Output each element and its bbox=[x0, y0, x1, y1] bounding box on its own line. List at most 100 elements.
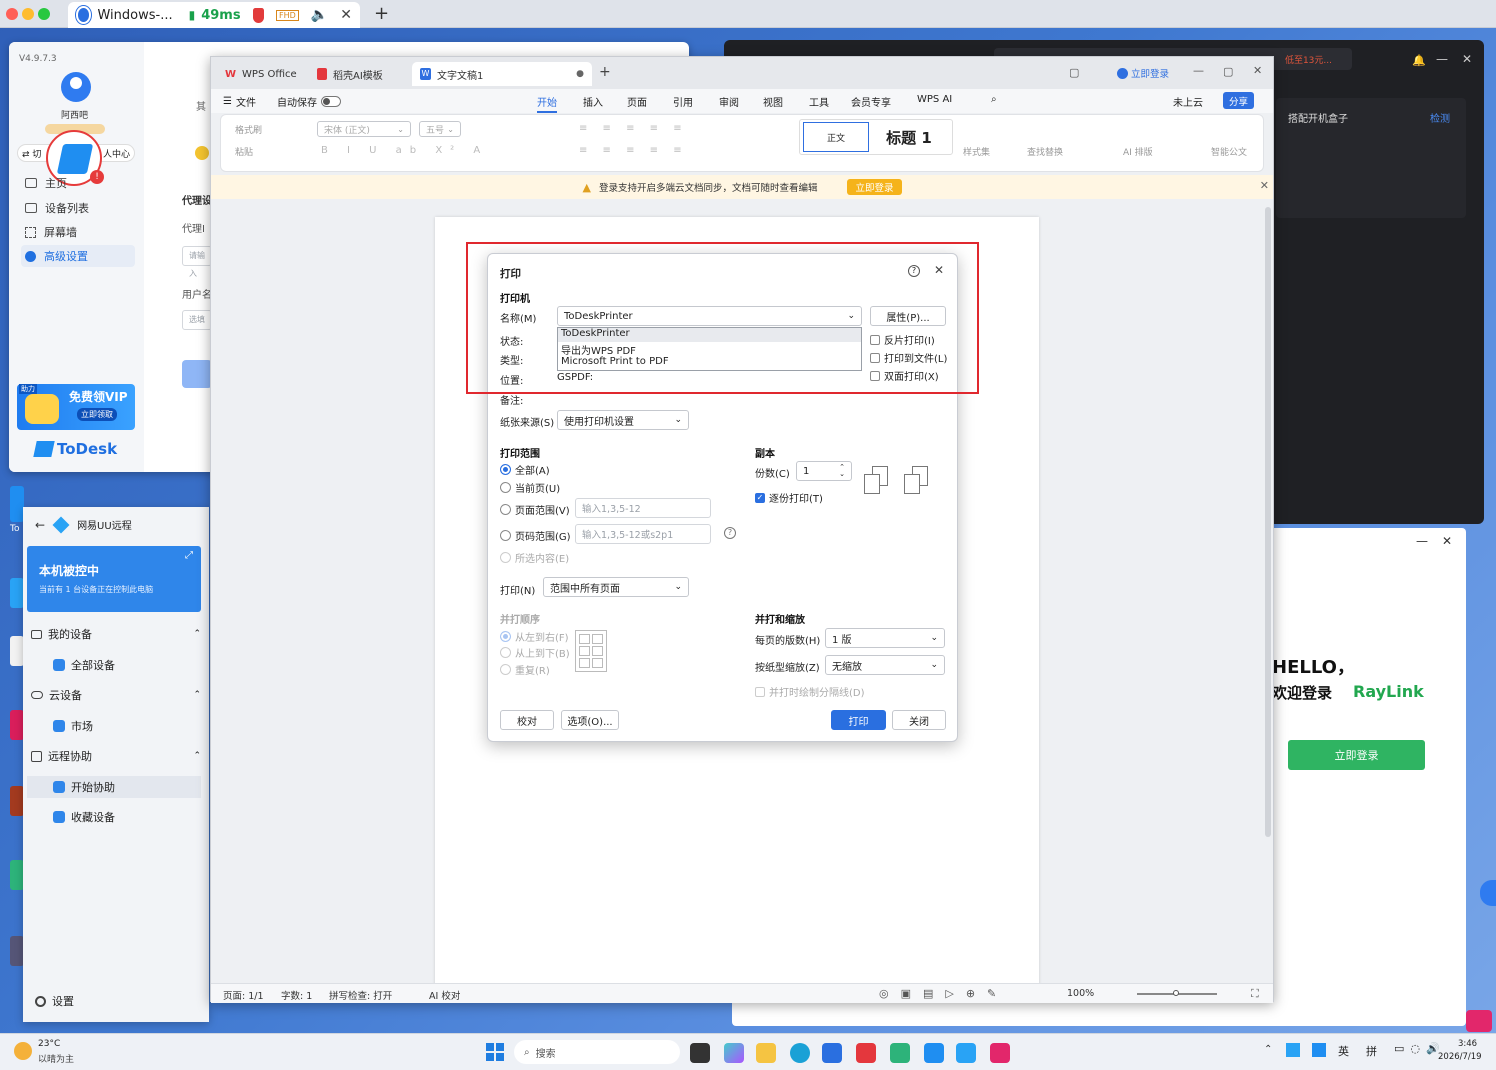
app-taskbar-icon[interactable] bbox=[890, 1043, 910, 1063]
collate-checkbox[interactable]: ✓ 逐份打印(T) bbox=[755, 490, 823, 505]
item-all-devices[interactable]: 全部设备 bbox=[53, 654, 115, 676]
tab-ai-template[interactable]: 稻壳AI模板 bbox=[309, 62, 407, 86]
reverse-print-checkbox[interactable]: 反片打印(I) bbox=[870, 332, 935, 347]
uu-desktop-icon[interactable] bbox=[10, 578, 24, 608]
minimize-icon[interactable]: — bbox=[1416, 534, 1428, 548]
find-replace-button[interactable]: 查找替换 bbox=[1027, 145, 1063, 158]
back-arrow-icon[interactable]: ← bbox=[35, 518, 45, 532]
edge-icon[interactable] bbox=[790, 1043, 810, 1063]
app-desktop-icon[interactable] bbox=[10, 636, 24, 666]
app4-desktop-icon[interactable] bbox=[10, 860, 24, 890]
style-heading1[interactable]: 标题 1 bbox=[869, 122, 949, 152]
start-icon[interactable] bbox=[486, 1043, 504, 1061]
nav-screen-wall[interactable]: 屏幕墙 bbox=[21, 221, 135, 243]
tab-document[interactable]: W 文字文稿1 ● bbox=[412, 62, 592, 86]
close-icon[interactable]: ✕ bbox=[1253, 64, 1262, 77]
section-cloud-devices[interactable]: 云设备 ⌃ bbox=[31, 684, 201, 706]
taskview-icon[interactable] bbox=[690, 1043, 710, 1063]
order-repeat-radio[interactable]: 重复(R) bbox=[500, 662, 550, 677]
range-all-radio[interactable]: 全部(A) bbox=[500, 462, 550, 477]
app5-desktop-icon[interactable] bbox=[10, 936, 24, 966]
save-button[interactable] bbox=[182, 360, 212, 388]
app3-desktop-icon[interactable] bbox=[10, 786, 24, 816]
share-button[interactable]: 分享 bbox=[1223, 92, 1255, 109]
duplex-checkbox[interactable]: 双面打印(X) bbox=[870, 368, 939, 383]
help-icon[interactable]: ? bbox=[908, 265, 920, 277]
close-tab-icon[interactable]: ✕ bbox=[340, 7, 352, 23]
ai-check[interactable]: AI 校对 bbox=[429, 988, 460, 1002]
collapse-tab[interactable] bbox=[1480, 880, 1496, 906]
todesk-taskbar-icon[interactable] bbox=[924, 1043, 944, 1063]
weather-icon[interactable] bbox=[14, 1042, 32, 1060]
window-mode-icon[interactable]: ▢ bbox=[1069, 66, 1079, 79]
printer-name-select[interactable]: ToDeskPrinter ⌄ bbox=[557, 306, 862, 326]
font-size-select[interactable]: 五号 ⌄ bbox=[419, 121, 461, 137]
scale-select[interactable]: 无缩放 ⌄ bbox=[825, 655, 945, 675]
ai-layout-button[interactable]: AI 排版 bbox=[1123, 145, 1153, 158]
text-format-group[interactable]: B I U ab X² A bbox=[321, 145, 488, 156]
order-ttb-radio[interactable]: 从上到下(B) bbox=[500, 645, 570, 660]
explorer-icon[interactable] bbox=[756, 1043, 776, 1063]
nav-home[interactable]: 主页 bbox=[21, 172, 135, 194]
close-notice-icon[interactable]: ✕ bbox=[1260, 179, 1269, 192]
uu-taskbar-icon[interactable] bbox=[956, 1043, 976, 1063]
paste-button[interactable]: 粘贴 bbox=[235, 145, 253, 158]
maximize-window-button[interactable] bbox=[38, 8, 50, 20]
close-icon[interactable]: ✕ bbox=[1442, 534, 1452, 548]
taskbar-search[interactable]: ⌕ 搜索 bbox=[514, 1040, 680, 1064]
menu-wps-ai[interactable]: WPS AI bbox=[917, 94, 952, 105]
avatar[interactable] bbox=[61, 72, 91, 102]
nav-device-list[interactable]: 设备列表 bbox=[21, 197, 135, 219]
stepper-arrows-icon[interactable]: ⌃ ⌄ bbox=[839, 464, 845, 478]
printer-option[interactable]: Microsoft Print to PDF bbox=[558, 356, 861, 370]
nav-advanced-settings[interactable]: 高级设置 bbox=[21, 245, 135, 267]
page-number-range-input[interactable]: 输入1,3,5-12或s2p1 bbox=[575, 524, 711, 544]
font-family-select[interactable]: 宋体 (正文) ⌄ bbox=[317, 121, 411, 137]
search-icon[interactable]: ⌕ bbox=[991, 94, 997, 105]
printer-option[interactable]: 导出为WPS PDF bbox=[558, 342, 861, 357]
raylink-float-icon[interactable] bbox=[1466, 1010, 1492, 1032]
close-window-button[interactable] bbox=[6, 8, 18, 20]
expand-icon[interactable]: ⤢ bbox=[185, 550, 193, 561]
section-remote-assist[interactable]: 远程协助 ⌃ bbox=[31, 745, 201, 767]
ime-mode[interactable]: 英 bbox=[1338, 1043, 1349, 1059]
settings-item[interactable]: 设置 bbox=[35, 990, 74, 1012]
menu-file[interactable]: ☰ 文件 bbox=[223, 94, 256, 109]
page-range-input[interactable]: 输入1,3,5-12 bbox=[575, 498, 711, 518]
minimize-icon[interactable]: — bbox=[1436, 52, 1448, 66]
zoom-slider-thumb[interactable] bbox=[1173, 990, 1179, 996]
store-icon[interactable] bbox=[822, 1043, 842, 1063]
minimize-window-button[interactable] bbox=[22, 8, 34, 20]
new-tab-button[interactable]: + bbox=[599, 64, 611, 80]
style-normal[interactable]: 正文 bbox=[803, 122, 869, 152]
format-painter-button[interactable]: 格式刷 bbox=[235, 123, 262, 136]
browser-tab-active[interactable]: Windows-... ▮ 49ms FHD 🔈 ✕ bbox=[68, 2, 360, 28]
range-selection-radio[interactable]: 所选内容(E) bbox=[500, 550, 569, 565]
print-to-file-checkbox[interactable]: 打印到文件(L) bbox=[870, 350, 947, 365]
printer-option[interactable]: ToDeskPrinter bbox=[558, 328, 861, 342]
align-group[interactable]: ≡ ≡ ≡ ≡ ≡ bbox=[579, 145, 688, 156]
todesk-desktop-icon[interactable] bbox=[10, 486, 24, 522]
bell-icon[interactable]: 🔔 bbox=[1412, 54, 1426, 67]
menu-member[interactable]: 会员专享 bbox=[851, 94, 891, 109]
options-button[interactable]: 选项(O)... bbox=[561, 710, 619, 730]
raylink-login-button[interactable]: 立即登录 bbox=[1288, 740, 1425, 770]
range-current-radio[interactable]: 当前页(U) bbox=[500, 480, 560, 495]
new-tab-button[interactable]: + bbox=[374, 3, 389, 24]
menu-view[interactable]: 视图 bbox=[763, 94, 783, 109]
tray-todesk-icon[interactable] bbox=[1312, 1043, 1326, 1057]
vertical-scrollbar[interactable] bbox=[1265, 207, 1271, 837]
detect-link[interactable]: 检测 bbox=[1430, 110, 1450, 125]
proxy-input[interactable]: 请输入 bbox=[182, 246, 212, 278]
view-mode-icons[interactable]: ◎▣▤▷⊕✎ bbox=[879, 987, 1008, 1000]
close-dialog-icon[interactable]: ✕ bbox=[934, 263, 944, 277]
smart-doc-button[interactable]: 智能公文 bbox=[1211, 145, 1247, 158]
paper-source-select[interactable]: 使用打印机设置 ⌄ bbox=[557, 410, 689, 430]
ime-pinyin[interactable]: 拼 bbox=[1366, 1043, 1377, 1059]
tray-chevron-icon[interactable]: ⌃ bbox=[1264, 1044, 1272, 1055]
print-what-select[interactable]: 范围中所有页面 ⌄ bbox=[543, 577, 689, 597]
autosave-toggle[interactable]: 自动保存 bbox=[277, 94, 341, 109]
notice-login-button[interactable]: 立即登录 bbox=[847, 179, 902, 195]
tray-uu-icon[interactable] bbox=[1286, 1043, 1300, 1057]
print-button[interactable]: 打印 bbox=[831, 710, 886, 730]
